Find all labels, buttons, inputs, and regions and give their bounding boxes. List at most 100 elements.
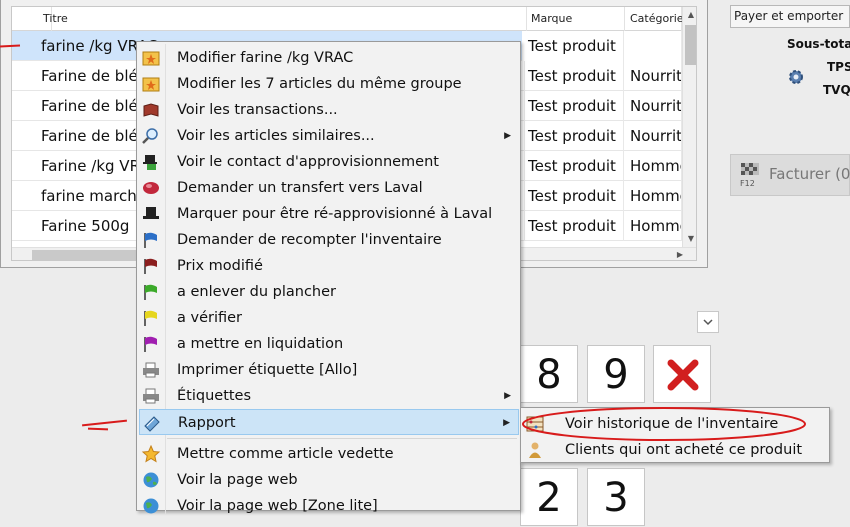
annotation-ellipse: [522, 407, 806, 441]
cell-categorie: [624, 31, 682, 61]
printer-icon: [143, 388, 159, 404]
cell-categorie: Homme: [624, 181, 682, 211]
menu-item-contact-approvisionnement[interactable]: Voir le contact d'approvisionnement: [139, 149, 519, 175]
cell-marque: Test produit: [522, 61, 624, 91]
menu-item-liquidation[interactable]: a mettre en liquidation: [139, 331, 519, 357]
menu-item-articles-similaires[interactable]: Voir les articles similaires... ▶: [139, 123, 519, 149]
purple-flag-icon: [144, 336, 157, 352]
menu-item-label: Étiquettes: [177, 388, 252, 404]
annotation-mark: [87, 427, 109, 431]
menu-item-label: Rapport: [178, 415, 236, 431]
menu-item-reapprovisionner[interactable]: Marquer pour être ré-approvisionné à Lav…: [139, 201, 519, 227]
edit-star-icon: [142, 51, 160, 66]
key-2[interactable]: 2: [520, 468, 578, 526]
cell-categorie: Homme: [624, 151, 682, 181]
menu-item-label: Mettre comme article vedette: [177, 446, 394, 462]
star-icon: [141, 445, 161, 463]
cell-marque: Test produit: [522, 121, 624, 151]
cell-categorie: Homme: [624, 211, 682, 241]
menu-item-label: Voir le contact d'approvisionnement: [177, 154, 439, 170]
menu-item-etiquettes[interactable]: Étiquettes ▶: [139, 383, 519, 409]
key-3[interactable]: 3: [587, 468, 645, 526]
key-9[interactable]: 9: [587, 345, 645, 403]
cell-marque: Test produit: [522, 91, 624, 121]
cell-marque: Test produit: [522, 211, 624, 241]
contact-hat-icon: [143, 155, 157, 170]
globe-icon: [143, 498, 159, 514]
menu-item-label: Voir les transactions...: [177, 102, 338, 118]
scroll-down-icon[interactable]: ▼: [683, 231, 696, 247]
gear-icon[interactable]: [787, 68, 805, 86]
report-icon: [144, 416, 160, 432]
red-flag-icon: [144, 258, 157, 274]
tvq-label: TVQ: [823, 83, 850, 97]
menu-item-imprimer-etiquette[interactable]: Imprimer étiquette [Allo]: [139, 357, 519, 383]
menu-item-label: Modifier les 7 articles du même groupe: [177, 76, 462, 92]
sous-total-label: Sous-total: [787, 37, 850, 51]
tps-label: TPS: [827, 60, 850, 74]
menu-separator: [167, 438, 517, 439]
menu-item-label: Voir la page web [Zone lite]: [177, 498, 378, 514]
globe-icon: [143, 472, 159, 488]
red-ball-icon: [143, 182, 159, 194]
context-menu: Modifier farine /kg VRAC Modifier les 7 …: [136, 41, 521, 514]
menu-item-label: Voir les articles similaires...: [177, 128, 375, 144]
menu-item-label: a enlever du plancher: [177, 284, 336, 300]
blue-flag-icon: [144, 232, 157, 248]
cell-marque: Test produit: [522, 151, 624, 181]
shortcut-key-label: F12: [740, 179, 755, 188]
submenu-arrow-icon: ▶: [504, 131, 511, 141]
menu-item-label: Demander de recompter l'inventaire: [177, 232, 442, 248]
cell-categorie: Nourrit: [624, 121, 682, 151]
menu-item-label: Modifier farine /kg VRAC: [177, 50, 354, 66]
cell-marque: Test produit: [522, 181, 624, 211]
submenu-arrow-icon: ▶: [504, 391, 511, 401]
menu-item-label: Demander un transfert vers Laval: [177, 180, 423, 196]
cell-categorie: Nourrit: [624, 61, 682, 91]
col-header-titre[interactable]: Titre: [37, 7, 527, 31]
chevron-down-icon: [703, 319, 713, 326]
scroll-up-icon[interactable]: ▲: [683, 7, 696, 23]
menu-item-article-vedette[interactable]: Mettre comme article vedette: [139, 441, 519, 467]
yellow-flag-icon: [144, 310, 157, 326]
menu-item-transactions[interactable]: Voir les transactions...: [139, 97, 519, 123]
printer-icon: [143, 362, 159, 378]
grid-header: Titre Marque Catégorie: [12, 7, 684, 31]
menu-item-page-web-zone[interactable]: Voir la page web [Zone lite]: [139, 493, 519, 519]
menu-item-label: Prix modifié: [177, 258, 263, 274]
menu-item-modifier[interactable]: Modifier farine /kg VRAC: [139, 45, 519, 71]
menu-item-page-web[interactable]: Voir la page web: [139, 467, 519, 493]
top-hat-icon: [143, 207, 159, 219]
menu-item-label: Imprimer étiquette [Allo]: [177, 362, 358, 378]
red-x-icon: [667, 359, 699, 391]
vertical-scrollbar[interactable]: ▲ ▼: [682, 7, 696, 247]
menu-item-transfert-laval[interactable]: Demander un transfert vers Laval: [139, 175, 519, 201]
annotation-mark: [82, 419, 127, 427]
col-header-categorie[interactable]: Catégorie: [624, 7, 684, 31]
menu-item-enlever-plancher[interactable]: a enlever du plancher: [139, 279, 519, 305]
green-flag-icon: [144, 284, 157, 300]
key-8[interactable]: 8: [520, 345, 578, 403]
clear-button[interactable]: [653, 345, 711, 403]
menu-item-prix-modifie[interactable]: Prix modifié: [139, 253, 519, 279]
cell-categorie: Nourrit: [624, 91, 682, 121]
menu-item-modifier-groupe[interactable]: Modifier les 7 articles du même groupe: [139, 71, 519, 97]
scroll-right-icon[interactable]: ▶: [672, 247, 688, 260]
menu-item-label: a vérifier: [177, 310, 243, 326]
scrollbar-thumb[interactable]: [685, 25, 696, 65]
menu-item-verifier[interactable]: a vérifier: [139, 305, 519, 331]
edit-star-icon: [142, 77, 160, 92]
menu-item-label: Marquer pour être ré-approvisionné à Lav…: [177, 206, 493, 222]
checkered-flag-icon: [741, 163, 759, 175]
menu-item-label: Voir la page web: [177, 472, 298, 488]
payer-emporter-dropdown[interactable]: Payer et emporter: [730, 5, 850, 28]
menu-item-recompter[interactable]: Demander de recompter l'inventaire: [139, 227, 519, 253]
magnifier-icon: [142, 128, 158, 144]
menu-item-label: a mettre en liquidation: [177, 336, 344, 352]
col-header-marque[interactable]: Marque: [525, 7, 625, 31]
dropdown-toggle[interactable]: [697, 311, 719, 333]
facturer-button[interactable]: F12 Facturer (0/: [730, 154, 850, 196]
book-icon: [143, 103, 159, 117]
cell-marque: Test produit: [522, 31, 624, 61]
menu-item-rapport[interactable]: Rapport ▶: [139, 409, 519, 435]
